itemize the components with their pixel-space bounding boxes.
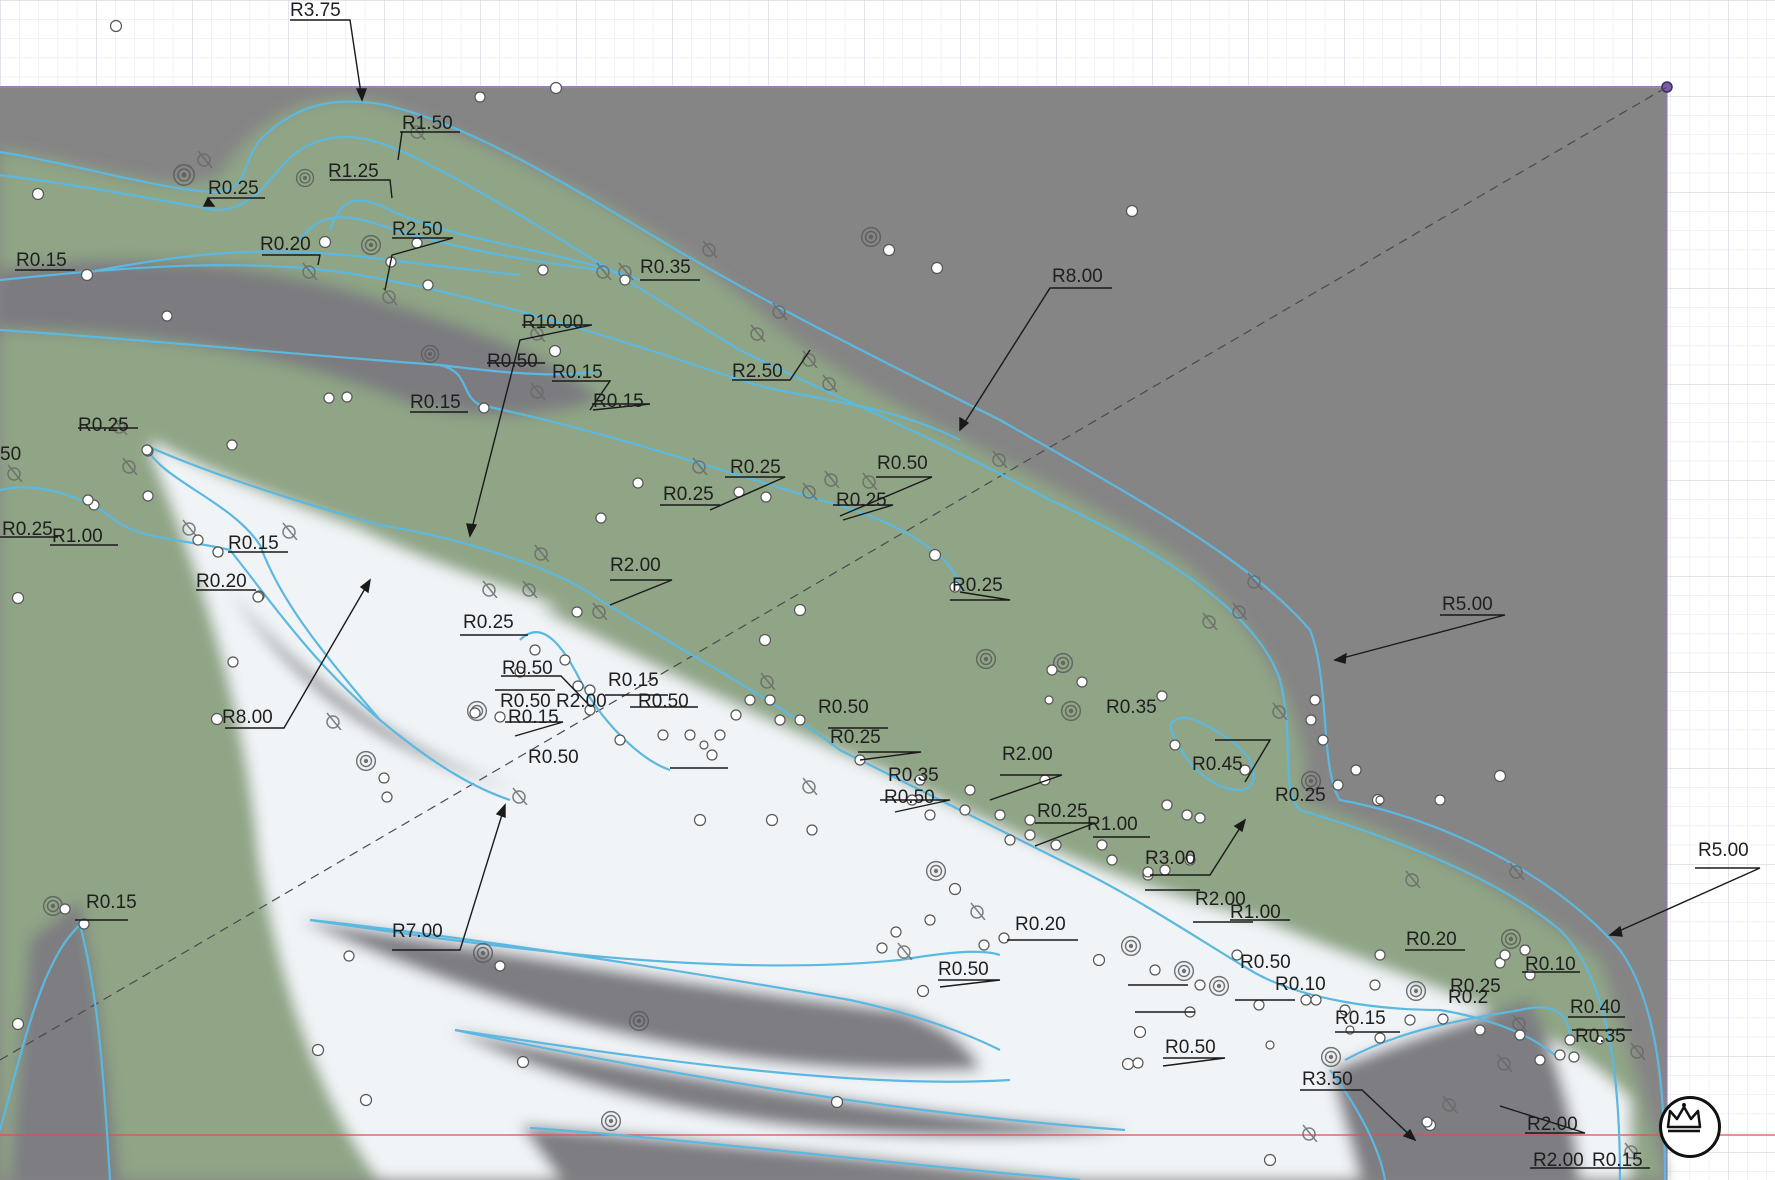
dim-r2-50-b[interactable]: R2.50 [732, 361, 783, 382]
dim-r0-50-c[interactable]: R0.50 [502, 658, 553, 679]
dim-r0-15-d[interactable]: R0.15 [410, 392, 461, 413]
dim-r0-50-h[interactable]: R0.50 [884, 787, 935, 808]
dim-r0-50-f[interactable]: R0.50 [528, 747, 579, 768]
dim-r0-15-a[interactable]: R0.15 [16, 250, 67, 271]
dim-r0-25-i[interactable]: R0.25 [830, 727, 881, 748]
dim-r0-50-g[interactable]: R0.50 [818, 697, 869, 718]
dim-r0-50-e[interactable]: R0.50 [638, 691, 689, 712]
dim-r0-25-h[interactable]: R0.25 [463, 612, 514, 633]
dim-r0-35-c[interactable]: R0.35 [1106, 697, 1157, 718]
dim-r5-00-a[interactable]: R5.00 [1442, 594, 1493, 615]
dim-r0-50-b[interactable]: R0.50 [877, 453, 928, 474]
sketch-drawing[interactable]: R3.75 R1.50 R1.25 R0.25 R2.50 R0.20 R0.1… [0, 0, 1775, 1180]
dim-r2-00-f[interactable]: R2.00 [1533, 1150, 1584, 1171]
dim-r3-75[interactable]: R3.75 [290, 0, 341, 21]
dim-r1-00-a[interactable]: R1.00 [52, 526, 103, 547]
dim-r5-00-b[interactable]: R5.00 [1698, 840, 1749, 861]
dim-r0-15-b[interactable]: R0.15 [552, 362, 603, 383]
crown-logo-icon [1659, 1096, 1721, 1158]
dim-r1-00-b[interactable]: R1.00 [1087, 814, 1138, 835]
dim-r2-00-c[interactable]: R2.00 [1002, 744, 1053, 765]
dim-r0-2[interactable]: R0.2 [1448, 987, 1488, 1008]
dim-r0-25-e[interactable]: R0.25 [663, 484, 714, 505]
dim-r0-15-e[interactable]: R0.15 [228, 533, 279, 554]
dim-r0-35-a[interactable]: R0.35 [640, 257, 691, 278]
dim-r0-35-b[interactable]: R0.35 [888, 765, 939, 786]
dim-r1-00-c[interactable]: R1.00 [1230, 902, 1281, 923]
dim-r2-00-e[interactable]: R2.00 [1527, 1114, 1578, 1135]
dim-r0-20-a[interactable]: R0.20 [260, 234, 311, 255]
dim-r2-00-a[interactable]: R2.00 [610, 555, 661, 576]
dim-r3-50[interactable]: R3.50 [1302, 1069, 1353, 1090]
dim-r0-25-b[interactable]: R0.25 [78, 415, 129, 436]
dim-r0-40[interactable]: R0.40 [1570, 997, 1621, 1018]
dim-r0-10-b[interactable]: R0.10 [1525, 954, 1576, 975]
dim-r0-25-j[interactable]: R0.25 [1037, 801, 1088, 822]
dim-r0-25-a[interactable]: R0.25 [208, 178, 259, 199]
dim-r1-25[interactable]: R1.25 [328, 161, 379, 182]
dim-r2-00-b[interactable]: R2.00 [556, 691, 607, 712]
dim-r0-50-k[interactable]: R0.50 [1165, 1037, 1216, 1058]
dim-r0-50-a[interactable]: R0.50 [487, 351, 538, 372]
dim-50[interactable]: 50 [0, 444, 21, 465]
dim-r0-35-d[interactable]: R0.35 [1575, 1026, 1626, 1047]
dim-r0-25-c[interactable]: R0.25 [2, 519, 53, 540]
dim-r0-50-j[interactable]: R0.50 [1240, 952, 1291, 973]
dim-r7-00[interactable]: R7.00 [392, 921, 443, 942]
dim-r10-00[interactable]: R10.00 [522, 312, 583, 333]
dim-r0-25-g[interactable]: R0.25 [952, 575, 1003, 596]
dim-r0-15-h[interactable]: R0.15 [86, 892, 137, 913]
dim-r0-20-d[interactable]: R0.20 [1406, 929, 1457, 950]
dim-r8-00-a[interactable]: R8.00 [1052, 266, 1103, 287]
dim-r2-50-a[interactable]: R2.50 [392, 219, 443, 240]
dim-r8-00-b[interactable]: R8.00 [222, 707, 273, 728]
dim-r0-15-i[interactable]: R0.15 [1335, 1008, 1386, 1029]
dim-r0-20-b[interactable]: R0.20 [196, 571, 247, 592]
dim-r0-20-c[interactable]: R0.20 [1015, 914, 1066, 935]
dim-r0-15-j[interactable]: R0.15 [1592, 1150, 1643, 1171]
dim-r0-45[interactable]: R0.45 [1192, 754, 1243, 775]
dim-r0-15-f[interactable]: R0.15 [608, 670, 659, 691]
dim-r0-15-c[interactable]: R0.15 [593, 391, 644, 412]
dim-r0-25-k[interactable]: R0.25 [1275, 785, 1326, 806]
dim-r0-25-d[interactable]: R0.25 [730, 457, 781, 478]
dim-r0-50-i[interactable]: R0.50 [938, 959, 989, 980]
dim-r0-15-g[interactable]: R0.15 [508, 707, 559, 728]
sketch-canvas[interactable]: R3.75 R1.50 R1.25 R0.25 R2.50 R0.20 R0.1… [0, 0, 1775, 1180]
dim-r0-25-f[interactable]: R0.25 [836, 490, 887, 511]
dim-r3-00[interactable]: R3.00 [1145, 848, 1196, 869]
dim-r0-10-a[interactable]: R0.10 [1275, 974, 1326, 995]
dim-r1-50[interactable]: R1.50 [402, 113, 453, 134]
